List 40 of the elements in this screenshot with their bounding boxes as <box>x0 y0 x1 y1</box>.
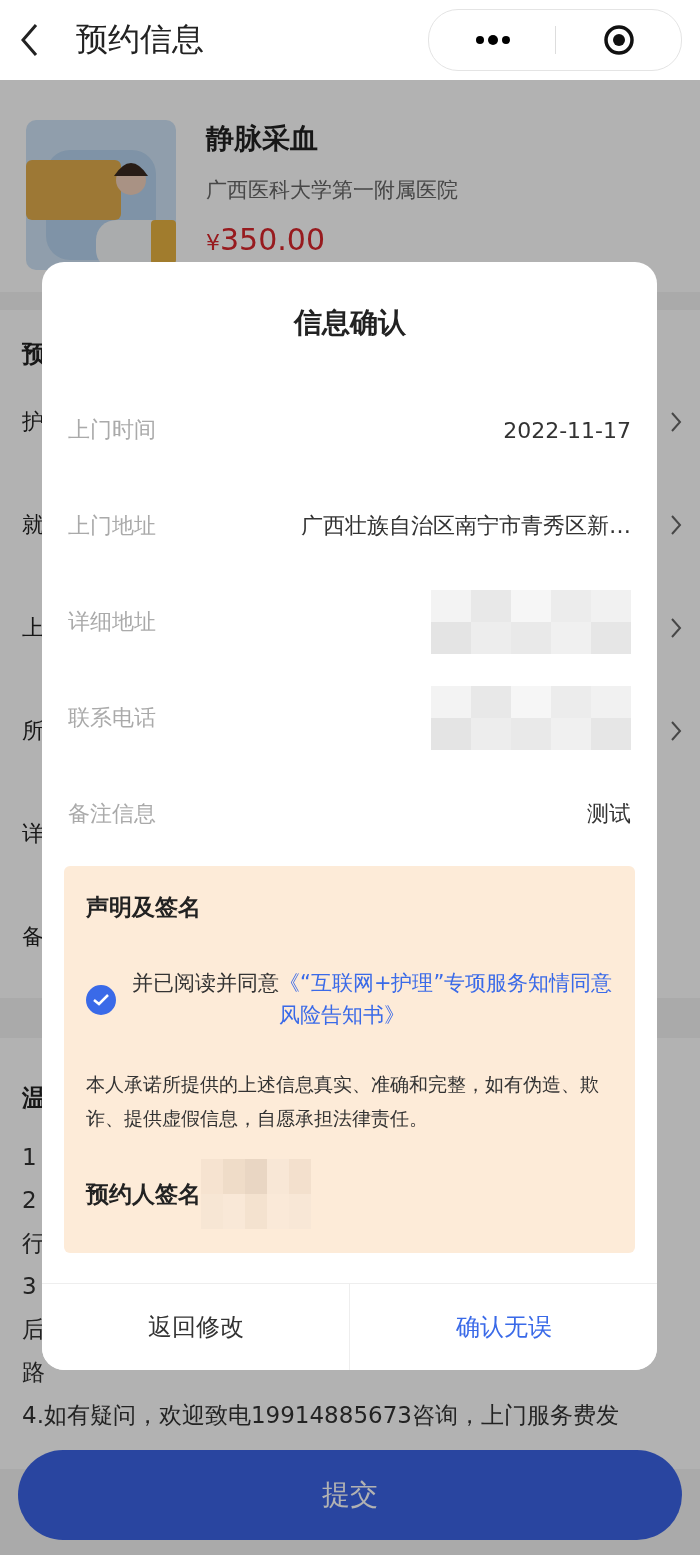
tip-text: 行 <box>22 1230 45 1256</box>
price: ¥350.00 <box>206 222 326 257</box>
consent-link[interactable]: 《“互联网+护理”专项服务知情同意风险告知书》 <box>279 967 613 1031</box>
confirm-button[interactable]: 确认无误 <box>349 1284 657 1370</box>
chevron-icon[interactable] <box>670 513 682 536</box>
tip-text: 1 <box>22 1144 37 1170</box>
hospital-name: 广西医科大学第一附属医院 <box>206 177 458 204</box>
chevron-icon[interactable] <box>670 616 682 639</box>
form-label: 上 <box>22 613 44 642</box>
chevron-icon[interactable] <box>670 410 682 433</box>
form-label: 就 <box>22 510 44 539</box>
field-label: 上门地址 <box>68 512 156 540</box>
tip-text: 3 <box>22 1273 37 1299</box>
field-value: 广西壮族自治区南宁市青秀区新… <box>301 512 631 540</box>
dialog-title: 信息确认 <box>293 306 406 339</box>
agree-text: 并已阅读并同意 <box>132 970 279 997</box>
field-value: 测试 <box>587 800 631 828</box>
page-title: 预约信息 <box>76 19 205 60</box>
more-icon[interactable] <box>475 35 511 45</box>
form-label: 详 <box>22 819 44 848</box>
form-label: 备 <box>22 922 44 951</box>
field-label: 备注信息 <box>68 800 156 828</box>
tip-text: 2 <box>22 1187 37 1213</box>
agree-checkbox[interactable] <box>86 985 116 1015</box>
field-label: 详细地址 <box>68 608 156 636</box>
field-label: 联系电话 <box>68 704 156 732</box>
close-target-icon[interactable] <box>603 24 635 56</box>
signature-label: 预约人签名 <box>86 1179 201 1209</box>
tip-text: 4.如有疑问，欢迎致电19914885673咨询，上门服务费发 <box>22 1402 619 1428</box>
declaration-title: 声明及签名 <box>86 893 202 922</box>
pledge-text: 本人承诺所提供的上述信息真实、准确和完整，如有伪造、欺诈、提供虚假信息，自愿承担法律责任。 <box>86 1072 600 1131</box>
tip-text: 后 <box>22 1316 45 1342</box>
submit-button[interactable]: 提交 <box>18 1450 682 1540</box>
form-label: 所 <box>22 716 44 745</box>
field-label: 上门时间 <box>68 416 156 444</box>
tip-text: 路 <box>22 1359 45 1385</box>
chevron-icon[interactable] <box>670 719 682 742</box>
service-title: 静脉采血 <box>206 121 319 157</box>
check-icon <box>93 994 109 1006</box>
field-value: 2022-11-17 <box>503 417 631 443</box>
